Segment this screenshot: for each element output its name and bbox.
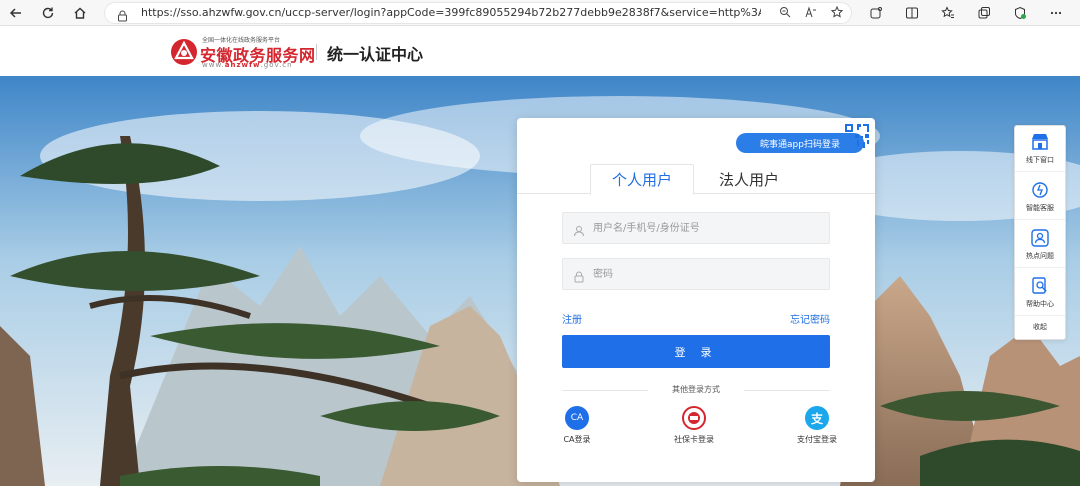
ca-icon[interactable]: CA xyxy=(565,406,589,430)
side-item-hot-questions[interactable]: 热点问题 xyxy=(1015,222,1065,268)
browser-toolbar: https://sso.ahzwfw.gov.cn/uccp-server/lo… xyxy=(0,0,1080,26)
alipay-icon[interactable]: 支 xyxy=(805,406,829,430)
chat-bot-icon xyxy=(1029,179,1051,201)
username-field[interactable] xyxy=(562,212,830,244)
more-icon[interactable] xyxy=(1046,3,1066,23)
header-divider xyxy=(316,44,317,60)
user-icon xyxy=(573,222,585,241)
split-screen-icon[interactable] xyxy=(902,3,922,23)
ca-login-option[interactable]: CA CA登录 xyxy=(542,406,612,445)
logo-url: www.ahzwfw.gov.cn xyxy=(202,61,293,69)
extensions-icon[interactable] xyxy=(866,3,886,23)
alipay-icon-text: 支 xyxy=(810,411,823,426)
side-item-help-center[interactable]: 帮助中心 xyxy=(1015,270,1065,316)
username-input[interactable] xyxy=(593,213,823,243)
social-security-card-login-label[interactable]: 社保卡登录 xyxy=(659,434,729,445)
back-icon[interactable] xyxy=(6,3,26,23)
divider-line-right xyxy=(744,390,830,391)
register-link[interactable]: 注册 xyxy=(562,311,582,326)
zoom-icon[interactable] xyxy=(779,6,791,21)
ca-login-label[interactable]: CA登录 xyxy=(542,434,612,445)
ca-icon-text: CA xyxy=(570,413,584,423)
login-tabs: 个人用户 法人用户 xyxy=(517,164,875,195)
side-item-collapse[interactable]: 收起 xyxy=(1015,318,1065,340)
side-item-smart-support[interactable]: 智能客服 xyxy=(1015,174,1065,220)
login-card: 皖事通app扫码登录 个人用户 法人用户 注册 忘记密码 登 录 其他登录方式 xyxy=(517,118,875,482)
logo-url-prefix: www. xyxy=(202,61,225,69)
alipay-login-option[interactable]: 支 支付宝登录 xyxy=(782,406,852,445)
password-input[interactable] xyxy=(593,259,823,289)
address-bar[interactable]: https://sso.ahzwfw.gov.cn/uccp-server/lo… xyxy=(104,2,852,24)
store-icon xyxy=(1029,131,1051,153)
read-aloud-icon[interactable] xyxy=(805,6,817,21)
side-item-offline-window[interactable]: 线下窗口 xyxy=(1015,126,1065,172)
side-item-label: 热点问题 xyxy=(1026,252,1054,260)
tab-personal-user[interactable]: 个人用户 xyxy=(590,164,694,195)
social-security-card-login-option[interactable]: 社保卡登录 xyxy=(659,406,729,445)
other-methods-divider: 其他登录方式 xyxy=(562,384,830,396)
side-item-label: 帮助中心 xyxy=(1026,300,1054,308)
logo-url-suffix: .gov.cn xyxy=(260,61,293,69)
logo-icon[interactable] xyxy=(170,38,198,66)
site-header: 全国一体化在线政务服务平台 安徽政务服务网 www.ahzwfw.gov.cn … xyxy=(0,26,1080,76)
side-item-label: 智能客服 xyxy=(1026,204,1054,212)
favorite-star-icon[interactable] xyxy=(830,5,844,21)
collapse-label: 收起 xyxy=(1033,323,1047,331)
qr-code-icon[interactable] xyxy=(843,122,871,150)
side-item-label: 线下窗口 xyxy=(1026,156,1054,164)
favorites-icon[interactable] xyxy=(938,3,958,23)
side-service-widget: 线下窗口 智能客服 热点问题 帮助中心 收起 xyxy=(1014,125,1066,340)
url-text[interactable]: https://sso.ahzwfw.gov.cn/uccp-server/lo… xyxy=(141,6,761,19)
browser-essentials-icon[interactable] xyxy=(1010,3,1030,23)
page-title: 统一认证中心 xyxy=(327,45,424,64)
user-question-icon xyxy=(1029,227,1051,249)
home-icon[interactable] xyxy=(70,3,90,23)
social-security-card-icon[interactable] xyxy=(682,406,706,430)
help-search-icon xyxy=(1029,275,1051,297)
forgot-password-link[interactable]: 忘记密码 xyxy=(790,311,830,326)
tab-corporate-user[interactable]: 法人用户 xyxy=(709,164,789,194)
password-field[interactable] xyxy=(562,258,830,290)
lock-icon[interactable] xyxy=(117,7,128,26)
refresh-icon[interactable] xyxy=(38,3,58,23)
lock-icon xyxy=(573,268,585,287)
alipay-login-label[interactable]: 支付宝登录 xyxy=(782,434,852,445)
logo-url-brand: ahzwfw xyxy=(224,61,261,69)
collections-icon[interactable] xyxy=(974,3,994,23)
login-button[interactable]: 登 录 xyxy=(562,335,830,368)
